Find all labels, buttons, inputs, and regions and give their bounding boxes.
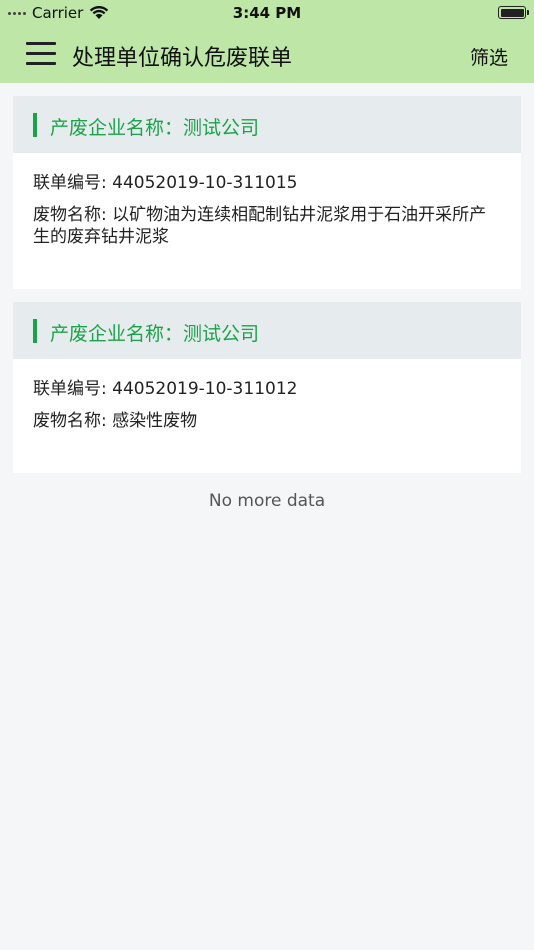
menu-icon[interactable] <box>26 42 56 66</box>
company-name: 产废企业名称：测试公司 <box>50 117 260 139</box>
card-header: 产废企业名称：测试公司 <box>13 302 521 359</box>
status-bar: Carrier 3:44 PM <box>0 0 534 26</box>
manifest-card[interactable]: 产废企业名称：测试公司 联单编号: 44052019-10-311015 废物名… <box>13 96 521 289</box>
status-time: 3:44 PM <box>232 4 302 22</box>
card-header: 产废企业名称：测试公司 <box>13 96 521 153</box>
manifest-card[interactable]: 产废企业名称：测试公司 联单编号: 44052019-10-311012 废物名… <box>13 302 521 473</box>
card-body: 联单编号: 44052019-10-311015 废物名称: 以矿物油为连续相配… <box>13 153 521 248</box>
manifest-number: 联单编号: 44052019-10-311015 <box>33 173 298 193</box>
filter-button[interactable]: 筛选 <box>470 43 508 70</box>
company-name: 产废企业名称：测试公司 <box>50 323 260 345</box>
waste-name: 废物名称: 感染性废物 <box>33 411 198 431</box>
page-title: 处理单位确认危废联单 <box>72 46 293 71</box>
waste-name: 废物名称: 以矿物油为连续相配制钻井泥浆用于石油开采所产生的废弃钻井泥浆 <box>33 205 487 247</box>
accent-bar <box>33 319 37 343</box>
battery-icon <box>498 6 529 19</box>
manifest-number: 联单编号: 44052019-10-311012 <box>33 379 298 399</box>
accent-bar <box>33 113 37 137</box>
no-more-data: No more data <box>208 491 326 511</box>
nav-bar: 处理单位确认危废联单 筛选 <box>0 26 534 83</box>
card-body: 联单编号: 44052019-10-311012 废物名称: 感染性废物 <box>13 359 521 432</box>
